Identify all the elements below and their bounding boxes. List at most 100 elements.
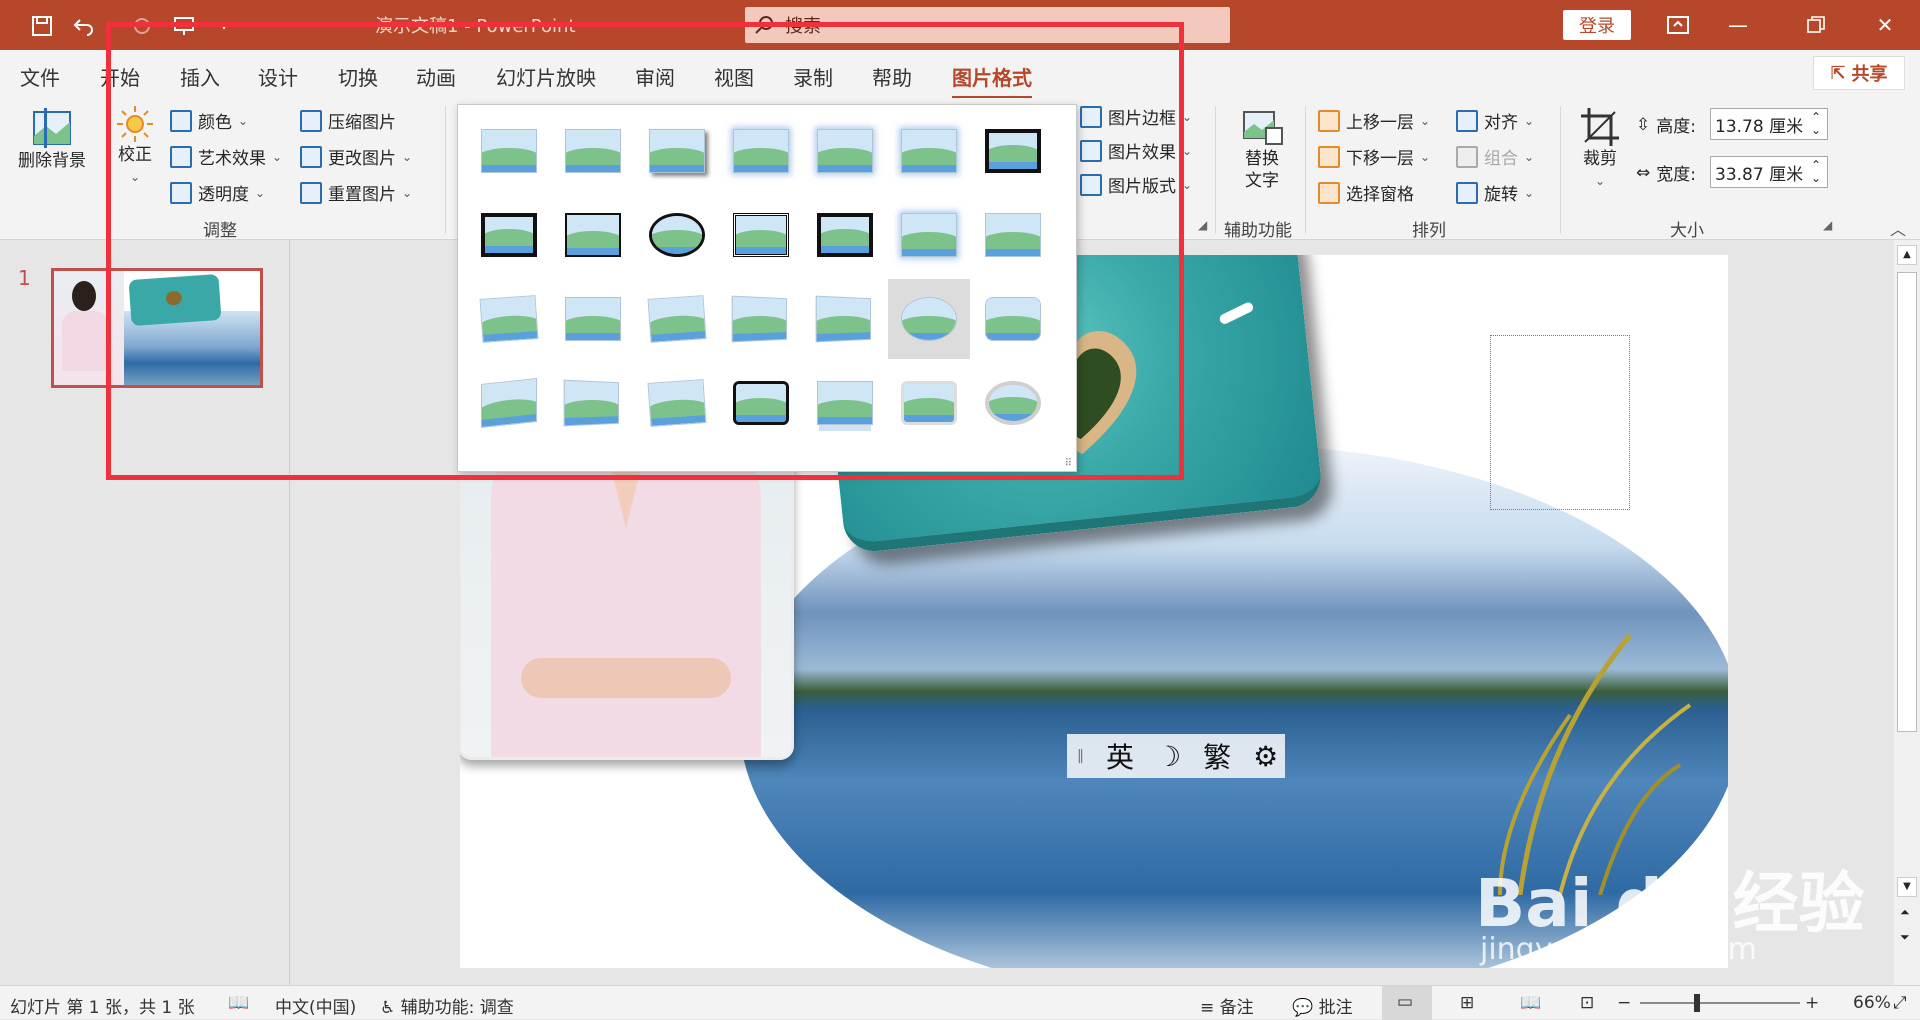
placeholder-outline[interactable]: [1490, 335, 1630, 510]
picture-style-option[interactable]: [804, 195, 886, 275]
resize-grip-icon[interactable]: ⠿: [1065, 458, 1072, 469]
height-field[interactable]: 13.78 厘米 ⌃ ⌄: [1710, 108, 1828, 140]
redo-icon[interactable]: [124, 8, 160, 44]
reading-view-icon[interactable]: 📖: [1520, 993, 1541, 1013]
comments-button[interactable]: 💬 批注: [1292, 993, 1353, 1018]
slide-sorter-icon[interactable]: ⊞: [1460, 993, 1474, 1013]
tab-record[interactable]: 录制: [793, 62, 833, 91]
picture-style-option[interactable]: [720, 195, 802, 275]
crop-button[interactable]: 裁剪 ⌄: [1572, 106, 1628, 192]
picture-style-option[interactable]: [972, 279, 1054, 359]
ime-toolbar[interactable]: ‖ 英 ☽ 繁 ⚙: [1067, 734, 1285, 778]
share-button[interactable]: ⇱ 共享: [1813, 56, 1905, 90]
remove-background-button[interactable]: 删除背景: [12, 106, 92, 172]
tab-picture-format[interactable]: 图片格式: [952, 62, 1032, 99]
ime-english-toggle[interactable]: 英: [1106, 736, 1134, 776]
picture-style-option[interactable]: [552, 279, 634, 359]
send-backward-button[interactable]: 下移一层 ⌄: [1318, 144, 1430, 169]
scroll-thumb[interactable]: [1897, 272, 1917, 732]
tab-help[interactable]: 帮助: [872, 62, 912, 91]
normal-view-button[interactable]: ▭: [1382, 986, 1432, 1020]
corrections-button[interactable]: 校正 ⌄: [110, 104, 160, 188]
slide-thumbnail-1[interactable]: [51, 268, 263, 388]
tab-slideshow[interactable]: 幻灯片放映: [496, 62, 596, 91]
picture-style-option[interactable]: [636, 195, 718, 275]
tab-animations[interactable]: 动画: [416, 62, 456, 91]
picture-style-option[interactable]: [888, 111, 970, 191]
accessibility-status[interactable]: ♿︎ 辅助功能: 调查: [380, 993, 514, 1018]
picture-style-option[interactable]: [468, 279, 550, 359]
picture-styles-gallery[interactable]: ⠿: [457, 104, 1077, 472]
picture-style-option[interactable]: [468, 195, 550, 275]
zoom-level[interactable]: 66%: [1853, 993, 1891, 1013]
bring-forward-button[interactable]: 上移一层 ⌄: [1318, 108, 1430, 133]
picture-border-button[interactable]: 图片边框 ⌄: [1080, 104, 1192, 129]
picture-style-option[interactable]: [720, 111, 802, 191]
picture-style-option[interactable]: [804, 111, 886, 191]
login-button[interactable]: 登录: [1563, 10, 1631, 40]
tab-transitions[interactable]: 切换: [338, 62, 378, 91]
picture-style-option[interactable]: [888, 195, 970, 275]
ime-traditional-toggle[interactable]: 繁: [1203, 736, 1231, 776]
zoom-out-icon[interactable]: −: [1617, 993, 1631, 1013]
language-indicator[interactable]: 中文(中国): [275, 993, 356, 1018]
search-input[interactable]: 搜索: [745, 7, 1230, 43]
picture-style-option[interactable]: [636, 279, 718, 359]
selection-pane-button[interactable]: 选择窗格: [1318, 180, 1414, 205]
tab-file[interactable]: 文件: [20, 62, 60, 91]
compress-pictures-button[interactable]: 压缩图片: [300, 108, 396, 133]
slideshow-view-icon[interactable]: ⊡: [1580, 993, 1594, 1013]
ribbon-display-icon[interactable]: [1648, 0, 1708, 50]
save-icon[interactable]: [24, 8, 60, 44]
zoom-slider-thumb[interactable]: [1694, 994, 1700, 1012]
fit-to-window-icon[interactable]: ⤢: [1893, 993, 1907, 1013]
tab-design[interactable]: 设计: [258, 62, 298, 91]
picture-style-option[interactable]: [636, 363, 718, 443]
rotate-button[interactable]: 旋转 ⌄: [1456, 180, 1534, 205]
scroll-up-icon[interactable]: ▲: [1897, 245, 1917, 265]
size-dialog-launcher-icon[interactable]: ◢: [1823, 218, 1832, 232]
artistic-effects-button[interactable]: 艺术效果 ⌄: [170, 144, 282, 169]
spell-check-icon[interactable]: 📖: [228, 993, 249, 1013]
change-picture-button[interactable]: 更改图片 ⌄: [300, 144, 412, 169]
undo-icon[interactable]: [66, 8, 102, 44]
picture-style-option[interactable]: [720, 279, 802, 359]
tab-review[interactable]: 审阅: [635, 62, 675, 91]
picture-style-option[interactable]: [888, 363, 970, 443]
tab-insert[interactable]: 插入: [180, 62, 220, 91]
ime-settings-gear-icon[interactable]: ⚙: [1253, 740, 1278, 773]
picture-style-option[interactable]: [804, 363, 886, 443]
dialog-launcher-icon[interactable]: ◢: [1198, 218, 1207, 232]
drag-handle-icon[interactable]: ‖: [1077, 748, 1084, 764]
reset-picture-button[interactable]: 重置图片 ⌄: [300, 180, 412, 205]
picture-style-option[interactable]: [552, 111, 634, 191]
picture-style-option[interactable]: [720, 363, 802, 443]
restore-icon[interactable]: [1786, 0, 1846, 50]
picture-style-option[interactable]: [972, 195, 1054, 275]
alt-text-button[interactable]: 替换 文字: [1232, 108, 1292, 192]
zoom-in-icon[interactable]: +: [1805, 993, 1819, 1013]
tab-home[interactable]: 开始: [100, 62, 140, 91]
scroll-down-icon[interactable]: ▼: [1897, 877, 1917, 897]
picture-style-option[interactable]: [972, 111, 1054, 191]
zoom-slider[interactable]: [1640, 1002, 1800, 1004]
width-spinner-icon[interactable]: ⌃ ⌄: [1811, 159, 1821, 185]
picture-style-option[interactable]: [468, 363, 550, 443]
picture-effects-button[interactable]: 图片效果 ⌄: [1080, 138, 1192, 163]
minimize-icon[interactable]: —: [1708, 0, 1768, 50]
previous-slide-icon[interactable]: ⏶: [1900, 905, 1910, 920]
picture-layout-button[interactable]: 图片版式 ⌄: [1080, 172, 1192, 197]
picture-style-option[interactable]: [972, 363, 1054, 443]
picture-style-option[interactable]: [468, 111, 550, 191]
close-icon[interactable]: ✕: [1855, 0, 1915, 50]
quick-access-chevron-icon[interactable]: ▾: [206, 8, 242, 44]
next-slide-icon[interactable]: ⏷: [1900, 930, 1910, 945]
transparency-button[interactable]: 透明度 ⌄: [170, 180, 265, 205]
present-icon[interactable]: [166, 8, 202, 44]
notes-button[interactable]: ≡ 备注: [1200, 993, 1254, 1018]
tab-view[interactable]: 视图: [714, 62, 754, 91]
picture-style-option[interactable]: [888, 279, 970, 359]
collapse-ribbon-icon[interactable]: ︿: [1890, 216, 1906, 240]
vertical-scrollbar[interactable]: ▲ ▼ ⏶ ⏷: [1894, 240, 1920, 985]
ime-moon-icon[interactable]: ☽: [1156, 740, 1181, 773]
